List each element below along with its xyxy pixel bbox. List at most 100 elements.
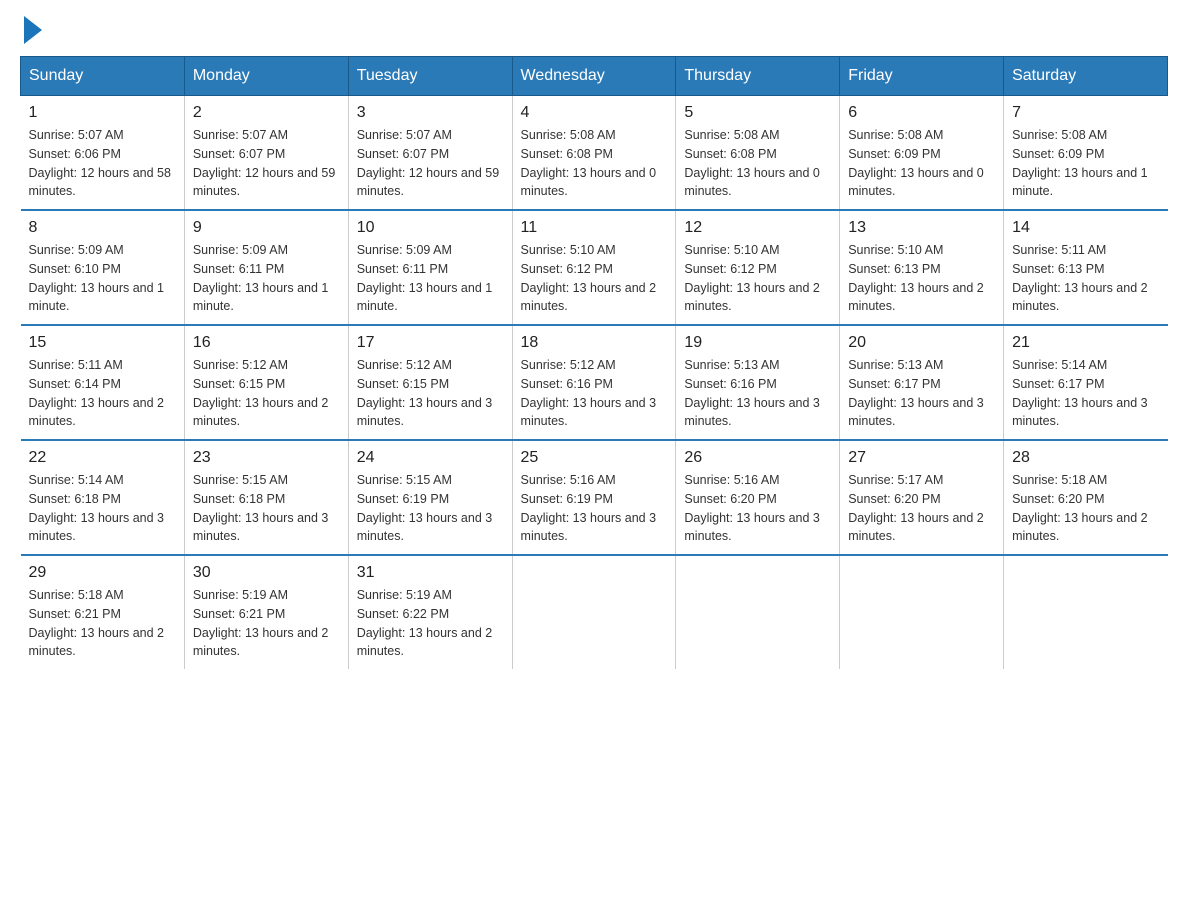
logo (20, 20, 42, 38)
day-info: Sunrise: 5:14 AMSunset: 6:17 PMDaylight:… (1012, 356, 1159, 431)
day-info: Sunrise: 5:10 AMSunset: 6:12 PMDaylight:… (521, 241, 668, 316)
day-number: 27 (848, 449, 995, 467)
day-info: Sunrise: 5:08 AMSunset: 6:09 PMDaylight:… (848, 126, 995, 201)
day-info: Sunrise: 5:15 AMSunset: 6:18 PMDaylight:… (193, 471, 340, 546)
day-number: 20 (848, 334, 995, 352)
header-friday: Friday (840, 57, 1004, 96)
week-row-4: 22 Sunrise: 5:14 AMSunset: 6:18 PMDayligh… (21, 440, 1168, 555)
day-number: 10 (357, 219, 504, 237)
day-cell: 17 Sunrise: 5:12 AMSunset: 6:15 PMDayligh… (348, 325, 512, 440)
day-cell: 7Sunrise: 5:08 AMSunset: 6:09 PMDaylight… (1004, 96, 1168, 211)
day-cell: 13 Sunrise: 5:10 AMSunset: 6:13 PMDayligh… (840, 210, 1004, 325)
day-number: 30 (193, 564, 340, 582)
day-info: Sunrise: 5:12 AMSunset: 6:15 PMDaylight:… (193, 356, 340, 431)
day-info: Sunrise: 5:12 AMSunset: 6:15 PMDaylight:… (357, 356, 504, 431)
day-info: Sunrise: 5:16 AMSunset: 6:19 PMDaylight:… (521, 471, 668, 546)
day-cell: 12 Sunrise: 5:10 AMSunset: 6:12 PMDayligh… (676, 210, 840, 325)
header-monday: Monday (184, 57, 348, 96)
day-cell (676, 555, 840, 669)
day-cell: 28 Sunrise: 5:18 AMSunset: 6:20 PMDayligh… (1004, 440, 1168, 555)
day-info: Sunrise: 5:07 AMSunset: 6:06 PMDaylight:… (29, 126, 176, 201)
day-info: Sunrise: 5:13 AMSunset: 6:16 PMDaylight:… (684, 356, 831, 431)
day-info: Sunrise: 5:10 AMSunset: 6:13 PMDaylight:… (848, 241, 995, 316)
day-info: Sunrise: 5:11 AMSunset: 6:13 PMDaylight:… (1012, 241, 1159, 316)
day-cell: 1 Sunrise: 5:07 AMSunset: 6:06 PMDaylight… (21, 96, 185, 211)
day-info: Sunrise: 5:15 AMSunset: 6:19 PMDaylight:… (357, 471, 504, 546)
day-number: 29 (29, 564, 176, 582)
day-number: 8 (29, 219, 176, 237)
day-cell: 10 Sunrise: 5:09 AMSunset: 6:11 PMDayligh… (348, 210, 512, 325)
day-number: 12 (684, 219, 831, 237)
day-number: 23 (193, 449, 340, 467)
day-info: Sunrise: 5:08 AMSunset: 6:09 PMDaylight:… (1012, 126, 1159, 201)
page-header (20, 20, 1168, 38)
day-number: 4 (521, 104, 668, 122)
day-cell: 24 Sunrise: 5:15 AMSunset: 6:19 PMDayligh… (348, 440, 512, 555)
day-number: 11 (521, 219, 668, 237)
day-cell: 16 Sunrise: 5:12 AMSunset: 6:15 PMDayligh… (184, 325, 348, 440)
day-cell: 22 Sunrise: 5:14 AMSunset: 6:18 PMDayligh… (21, 440, 185, 555)
day-number: 3 (357, 104, 504, 122)
day-number: 6 (848, 104, 995, 122)
day-number: 21 (1012, 334, 1159, 352)
day-number: 1 (29, 104, 176, 122)
calendar-header-row: SundayMondayTuesdayWednesdayThursdayFrid… (21, 57, 1168, 96)
calendar-table: SundayMondayTuesdayWednesdayThursdayFrid… (20, 56, 1168, 669)
day-cell: 31Sunrise: 5:19 AMSunset: 6:22 PMDayligh… (348, 555, 512, 669)
day-info: Sunrise: 5:08 AMSunset: 6:08 PMDaylight:… (684, 126, 831, 201)
day-number: 22 (29, 449, 176, 467)
day-cell: 20 Sunrise: 5:13 AMSunset: 6:17 PMDayligh… (840, 325, 1004, 440)
day-cell: 3 Sunrise: 5:07 AMSunset: 6:07 PMDaylight… (348, 96, 512, 211)
day-number: 28 (1012, 449, 1159, 467)
day-info: Sunrise: 5:07 AMSunset: 6:07 PMDaylight:… (357, 126, 504, 201)
day-cell (840, 555, 1004, 669)
day-info: Sunrise: 5:14 AMSunset: 6:18 PMDaylight:… (29, 471, 176, 546)
day-number: 31 (357, 564, 504, 582)
header-saturday: Saturday (1004, 57, 1168, 96)
day-cell: 6 Sunrise: 5:08 AMSunset: 6:09 PMDaylight… (840, 96, 1004, 211)
day-info: Sunrise: 5:11 AMSunset: 6:14 PMDaylight:… (29, 356, 176, 431)
day-info: Sunrise: 5:19 AMSunset: 6:21 PMDaylight:… (193, 586, 340, 661)
day-number: 24 (357, 449, 504, 467)
header-thursday: Thursday (676, 57, 840, 96)
day-number: 16 (193, 334, 340, 352)
day-info: Sunrise: 5:10 AMSunset: 6:12 PMDaylight:… (684, 241, 831, 316)
day-info: Sunrise: 5:13 AMSunset: 6:17 PMDaylight:… (848, 356, 995, 431)
day-cell: 8 Sunrise: 5:09 AMSunset: 6:10 PMDaylight… (21, 210, 185, 325)
day-info: Sunrise: 5:17 AMSunset: 6:20 PMDaylight:… (848, 471, 995, 546)
day-cell: 2Sunrise: 5:07 AMSunset: 6:07 PMDaylight… (184, 96, 348, 211)
day-cell: 4 Sunrise: 5:08 AMSunset: 6:08 PMDaylight… (512, 96, 676, 211)
day-number: 9 (193, 219, 340, 237)
day-info: Sunrise: 5:18 AMSunset: 6:20 PMDaylight:… (1012, 471, 1159, 546)
day-cell: 11 Sunrise: 5:10 AMSunset: 6:12 PMDayligh… (512, 210, 676, 325)
day-info: Sunrise: 5:09 AMSunset: 6:10 PMDaylight:… (29, 241, 176, 316)
day-cell: 14Sunrise: 5:11 AMSunset: 6:13 PMDayligh… (1004, 210, 1168, 325)
day-cell: 21 Sunrise: 5:14 AMSunset: 6:17 PMDayligh… (1004, 325, 1168, 440)
day-cell: 9 Sunrise: 5:09 AMSunset: 6:11 PMDaylight… (184, 210, 348, 325)
day-info: Sunrise: 5:16 AMSunset: 6:20 PMDaylight:… (684, 471, 831, 546)
week-row-2: 8 Sunrise: 5:09 AMSunset: 6:10 PMDaylight… (21, 210, 1168, 325)
day-info: Sunrise: 5:09 AMSunset: 6:11 PMDaylight:… (357, 241, 504, 316)
day-cell: 15 Sunrise: 5:11 AMSunset: 6:14 PMDayligh… (21, 325, 185, 440)
day-cell: 23 Sunrise: 5:15 AMSunset: 6:18 PMDayligh… (184, 440, 348, 555)
header-wednesday: Wednesday (512, 57, 676, 96)
day-number: 15 (29, 334, 176, 352)
week-row-3: 15 Sunrise: 5:11 AMSunset: 6:14 PMDayligh… (21, 325, 1168, 440)
day-info: Sunrise: 5:18 AMSunset: 6:21 PMDaylight:… (29, 586, 176, 661)
day-number: 13 (848, 219, 995, 237)
day-cell (1004, 555, 1168, 669)
day-cell: 5Sunrise: 5:08 AMSunset: 6:08 PMDaylight… (676, 96, 840, 211)
day-info: Sunrise: 5:08 AMSunset: 6:08 PMDaylight:… (521, 126, 668, 201)
header-tuesday: Tuesday (348, 57, 512, 96)
day-number: 25 (521, 449, 668, 467)
week-row-1: 1 Sunrise: 5:07 AMSunset: 6:06 PMDaylight… (21, 96, 1168, 211)
day-info: Sunrise: 5:12 AMSunset: 6:16 PMDaylight:… (521, 356, 668, 431)
day-info: Sunrise: 5:09 AMSunset: 6:11 PMDaylight:… (193, 241, 340, 316)
day-number: 19 (684, 334, 831, 352)
header-sunday: Sunday (21, 57, 185, 96)
day-cell: 19 Sunrise: 5:13 AMSunset: 6:16 PMDayligh… (676, 325, 840, 440)
day-number: 26 (684, 449, 831, 467)
logo-arrow-icon (24, 16, 42, 44)
day-number: 17 (357, 334, 504, 352)
day-cell: 26 Sunrise: 5:16 AMSunset: 6:20 PMDayligh… (676, 440, 840, 555)
